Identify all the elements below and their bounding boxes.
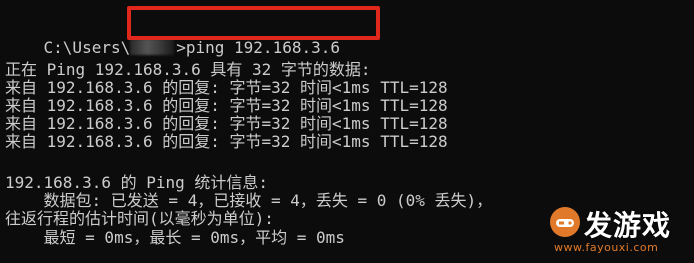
output-line-reply-2: 来自 192.168.3.6 的回复: 字节=32 时间<1ms TTL=128: [5, 96, 448, 115]
redacted-username: [130, 39, 175, 55]
output-line-stats-header: 192.168.3.6 的 Ping 统计信息:: [5, 173, 269, 192]
watermark-site: www.fayouxi.com: [554, 241, 659, 254]
console-window[interactable]: C:\Users\ >ping 192.168.3.6 正在 Ping 192.1…: [0, 0, 694, 263]
prompt-path: C:\Users\: [43, 38, 131, 57]
site-watermark: 发游戏 www.fayouxi.com: [548, 203, 686, 259]
watermark-brand: 发游戏: [584, 209, 672, 242]
output-line-reply-4: 来自 192.168.3.6 的回复: 字节=32 时间<1ms TTL=128: [5, 132, 448, 151]
output-line-reply-3: 来自 192.168.3.6 的回复: 字节=32 时间<1ms TTL=128: [5, 114, 448, 133]
output-line-reply-1: 来自 192.168.3.6 的回复: 字节=32 时间<1ms TTL=128: [5, 78, 448, 97]
output-line-rtt-header: 往返行程的估计时间(以毫秒为单位):: [5, 209, 274, 228]
output-line-packets: 数据包: 已发送 = 4，已接收 = 4，丢失 = 0 (0% 丢失)，: [5, 191, 493, 210]
output-line-rtt-values: 最短 = 0ms，最长 = 0ms，平均 = 0ms: [5, 228, 345, 247]
ping-command: >ping 192.168.3.6: [176, 38, 340, 57]
command-highlight-box: [127, 6, 380, 40]
output-line-ping-header: 正在 Ping 192.168.3.6 具有 32 字节的数据:: [5, 60, 371, 79]
gamepad-logo-icon: [550, 207, 580, 237]
